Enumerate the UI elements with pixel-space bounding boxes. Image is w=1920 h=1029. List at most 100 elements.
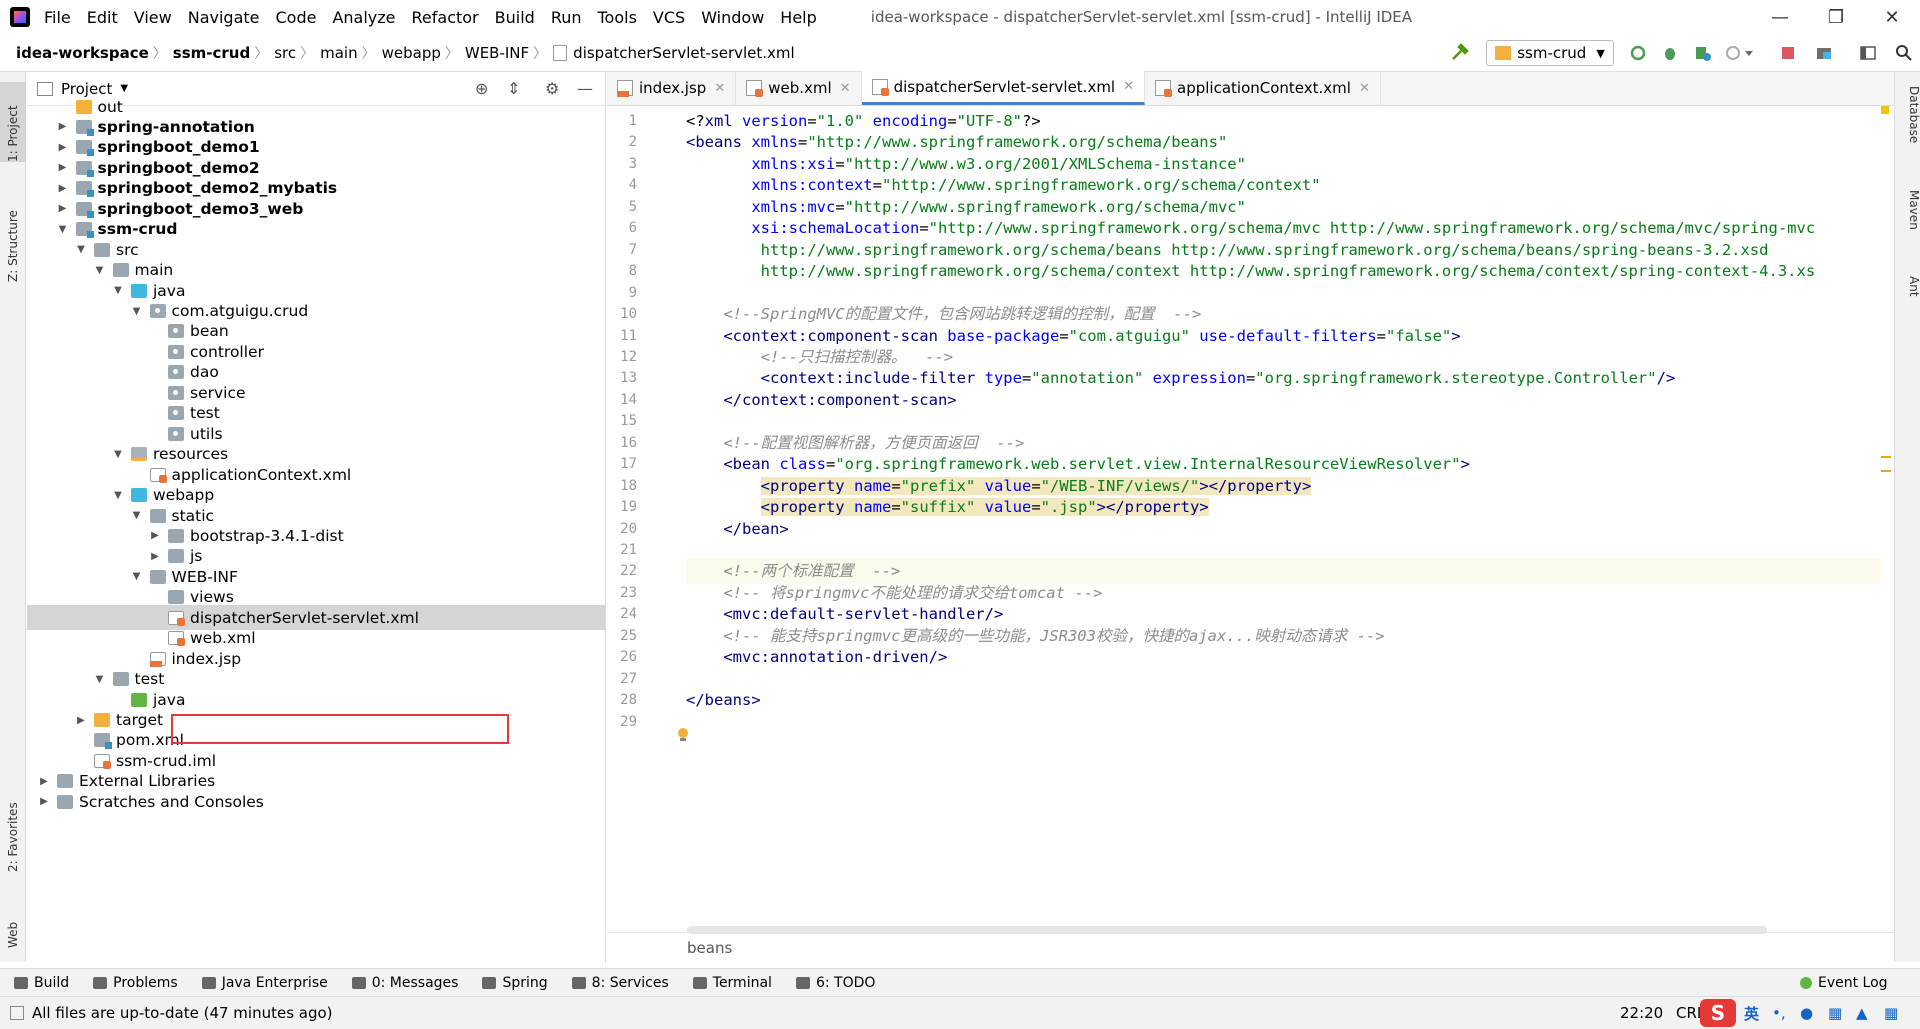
chevron-down-icon[interactable]: ▼ xyxy=(93,674,107,685)
breadcrumb-item[interactable]: src xyxy=(268,44,300,62)
toolwindow-label: 8: Services xyxy=(591,974,669,991)
debug-icon[interactable] xyxy=(1658,40,1682,66)
coverage-icon[interactable] xyxy=(1690,40,1714,66)
editor-tab[interactable]: dispatcherServlet-servlet.xml ✕ xyxy=(861,71,1146,105)
shirt-icon[interactable]: ▲ xyxy=(1856,1004,1868,1022)
chevron-down-icon[interactable]: ▼ xyxy=(74,244,88,255)
chevron-right-icon[interactable]: ▶ xyxy=(56,121,70,132)
menu-run[interactable]: Run xyxy=(549,8,584,27)
code-token: = xyxy=(798,133,808,152)
project-structure-icon[interactable] xyxy=(1812,40,1836,66)
toolwindow-services[interactable]: 8: Services xyxy=(571,974,669,991)
project-tool-tab[interactable]: 1: Project xyxy=(0,82,26,162)
menu-vcs[interactable]: VCS xyxy=(651,8,687,27)
close-icon[interactable]: ✕ xyxy=(1864,0,1920,34)
chevron-down-icon[interactable]: ▼ xyxy=(130,510,144,521)
menu-navigate[interactable]: Navigate xyxy=(186,8,262,27)
chevron-down-icon[interactable]: ▼ xyxy=(93,265,107,276)
breadcrumb-item[interactable]: idea-workspace xyxy=(10,44,153,62)
close-tab-icon[interactable]: ✕ xyxy=(840,81,851,96)
chevron-right-icon[interactable]: ▶ xyxy=(56,142,70,153)
chevron-right-icon[interactable]: ▶ xyxy=(148,551,162,562)
code-token: http://www.springframework.org/schema/co… xyxy=(686,262,1816,281)
event-log-button[interactable]: Event Log xyxy=(1800,975,1888,991)
toolwindow-build[interactable]: Build xyxy=(14,975,69,991)
breadcrumb-item[interactable]: WEB-INF xyxy=(459,44,533,62)
mic-icon[interactable]: ● xyxy=(1800,1004,1813,1022)
menu-edit[interactable]: Edit xyxy=(85,8,120,27)
chevron-down-icon[interactable]: ▼ xyxy=(111,490,125,501)
breadcrumb-item[interactable]: webapp xyxy=(376,44,445,62)
chevron-right-icon: 〉 xyxy=(444,45,459,62)
breadcrumb-item[interactable]: main xyxy=(314,44,361,62)
toolwindow-terminal[interactable]: Terminal xyxy=(692,975,772,991)
database-tool-tab[interactable]: Database xyxy=(1895,86,1920,166)
menu-build[interactable]: Build xyxy=(493,8,537,27)
editor-tab[interactable]: applicationContext.xml ✕ xyxy=(1145,71,1381,105)
structure-tool-tab[interactable]: Z: Structure xyxy=(0,182,26,282)
editor-scrollbar[interactable] xyxy=(1877,106,1891,916)
menu-code[interactable]: Code xyxy=(274,8,319,27)
chevron-right-icon[interactable]: ▶ xyxy=(148,530,162,541)
ime-mode[interactable]: 英 xyxy=(1744,1003,1759,1024)
breadcrumb-item[interactable]: dispatcherServlet-servlet.xml xyxy=(567,44,799,62)
chevron-down-icon[interactable]: ▼ xyxy=(130,306,144,317)
close-tab-icon[interactable]: ✕ xyxy=(1123,79,1134,94)
build-hammer-icon[interactable] xyxy=(1448,40,1472,66)
breadcrumb-item[interactable]: ssm-crud xyxy=(167,44,254,62)
status-icon[interactable] xyxy=(10,1006,24,1020)
caret-position[interactable]: 22:20 xyxy=(1620,1004,1663,1022)
punctuation-icon[interactable]: •, xyxy=(1772,1004,1786,1022)
layout-icon[interactable] xyxy=(1856,40,1880,66)
tree-item[interactable]: ▶ Scratches and Consoles xyxy=(27,789,605,814)
code-token: base-package xyxy=(947,326,1060,345)
web-tool-tab[interactable]: Web xyxy=(0,898,26,948)
toolwindow-todo[interactable]: 6: TODO xyxy=(795,975,875,991)
chevron-right-icon[interactable]: ▶ xyxy=(56,203,70,214)
menu-analyze[interactable]: Analyze xyxy=(330,8,397,27)
menu-refactor[interactable]: Refactor xyxy=(410,8,481,27)
menu-file[interactable]: File xyxy=(42,8,73,27)
chevron-right-icon[interactable]: ▶ xyxy=(37,776,51,787)
bulb-icon[interactable] xyxy=(677,728,689,742)
stop-icon[interactable] xyxy=(1776,40,1800,66)
toolwindow-spring[interactable]: Spring xyxy=(482,975,548,991)
chevron-right-icon[interactable]: ▶ xyxy=(74,715,88,726)
run-config-select[interactable]: ssm-crud ▼ xyxy=(1486,40,1614,66)
code-area[interactable]: <?xml version="1.0" encoding="UTF-8"?> <b… xyxy=(686,106,1881,916)
menu-help[interactable]: Help xyxy=(778,8,818,27)
chevron-right-icon[interactable]: ▶ xyxy=(56,162,70,173)
menu-view[interactable]: View xyxy=(132,8,174,27)
editor-tab[interactable]: index.jsp ✕ xyxy=(607,71,737,105)
restore-icon[interactable]: ❐ xyxy=(1808,0,1864,34)
close-tab-icon[interactable]: ✕ xyxy=(714,81,725,96)
favorites-tool-tab[interactable]: 2: Favorites xyxy=(0,782,26,872)
search-icon[interactable] xyxy=(1892,40,1916,66)
editor-tab[interactable]: web.xml ✕ xyxy=(736,71,862,105)
menu-tools[interactable]: Tools xyxy=(596,8,639,27)
editor-breadcrumb-item[interactable]: beans xyxy=(687,939,732,957)
chevron-down-icon[interactable]: ▼ xyxy=(111,285,125,296)
rerun-icon[interactable] xyxy=(1626,40,1650,66)
keyboard-icon[interactable]: ▦ xyxy=(1828,1004,1842,1022)
maven-tool-tab[interactable]: Maven xyxy=(1895,190,1920,260)
code-token: xmlns:context xyxy=(751,176,873,195)
chevron-down-icon[interactable]: ▼ xyxy=(120,83,128,94)
toolwindow-java-enterprise[interactable]: Java Enterprise xyxy=(201,975,328,991)
tree-item-label: dispatcherServlet-servlet.xml xyxy=(190,608,419,627)
minimize-icon[interactable]: — xyxy=(1752,0,1808,34)
chevron-down-icon[interactable]: ▼ xyxy=(56,224,70,235)
sogou-ime-icon[interactable]: S xyxy=(1700,999,1736,1027)
toolwindow-problems[interactable]: Problems xyxy=(93,975,178,991)
xml-file-icon xyxy=(1155,80,1173,97)
ant-tool-tab[interactable]: Ant xyxy=(1895,276,1920,326)
close-tab-icon[interactable]: ✕ xyxy=(1359,81,1370,96)
chevron-down-icon[interactable]: ▼ xyxy=(130,571,144,582)
chevron-down-icon[interactable]: ▼ xyxy=(111,449,125,460)
toolwindow-messages[interactable]: 0: Messages xyxy=(351,975,458,991)
chevron-right-icon[interactable]: ▶ xyxy=(37,796,51,807)
menu-window[interactable]: Window xyxy=(699,8,766,27)
toolbox-icon[interactable]: ▦ xyxy=(1884,1004,1898,1022)
profile-icon[interactable] xyxy=(1722,40,1758,66)
chevron-right-icon[interactable]: ▶ xyxy=(56,183,70,194)
